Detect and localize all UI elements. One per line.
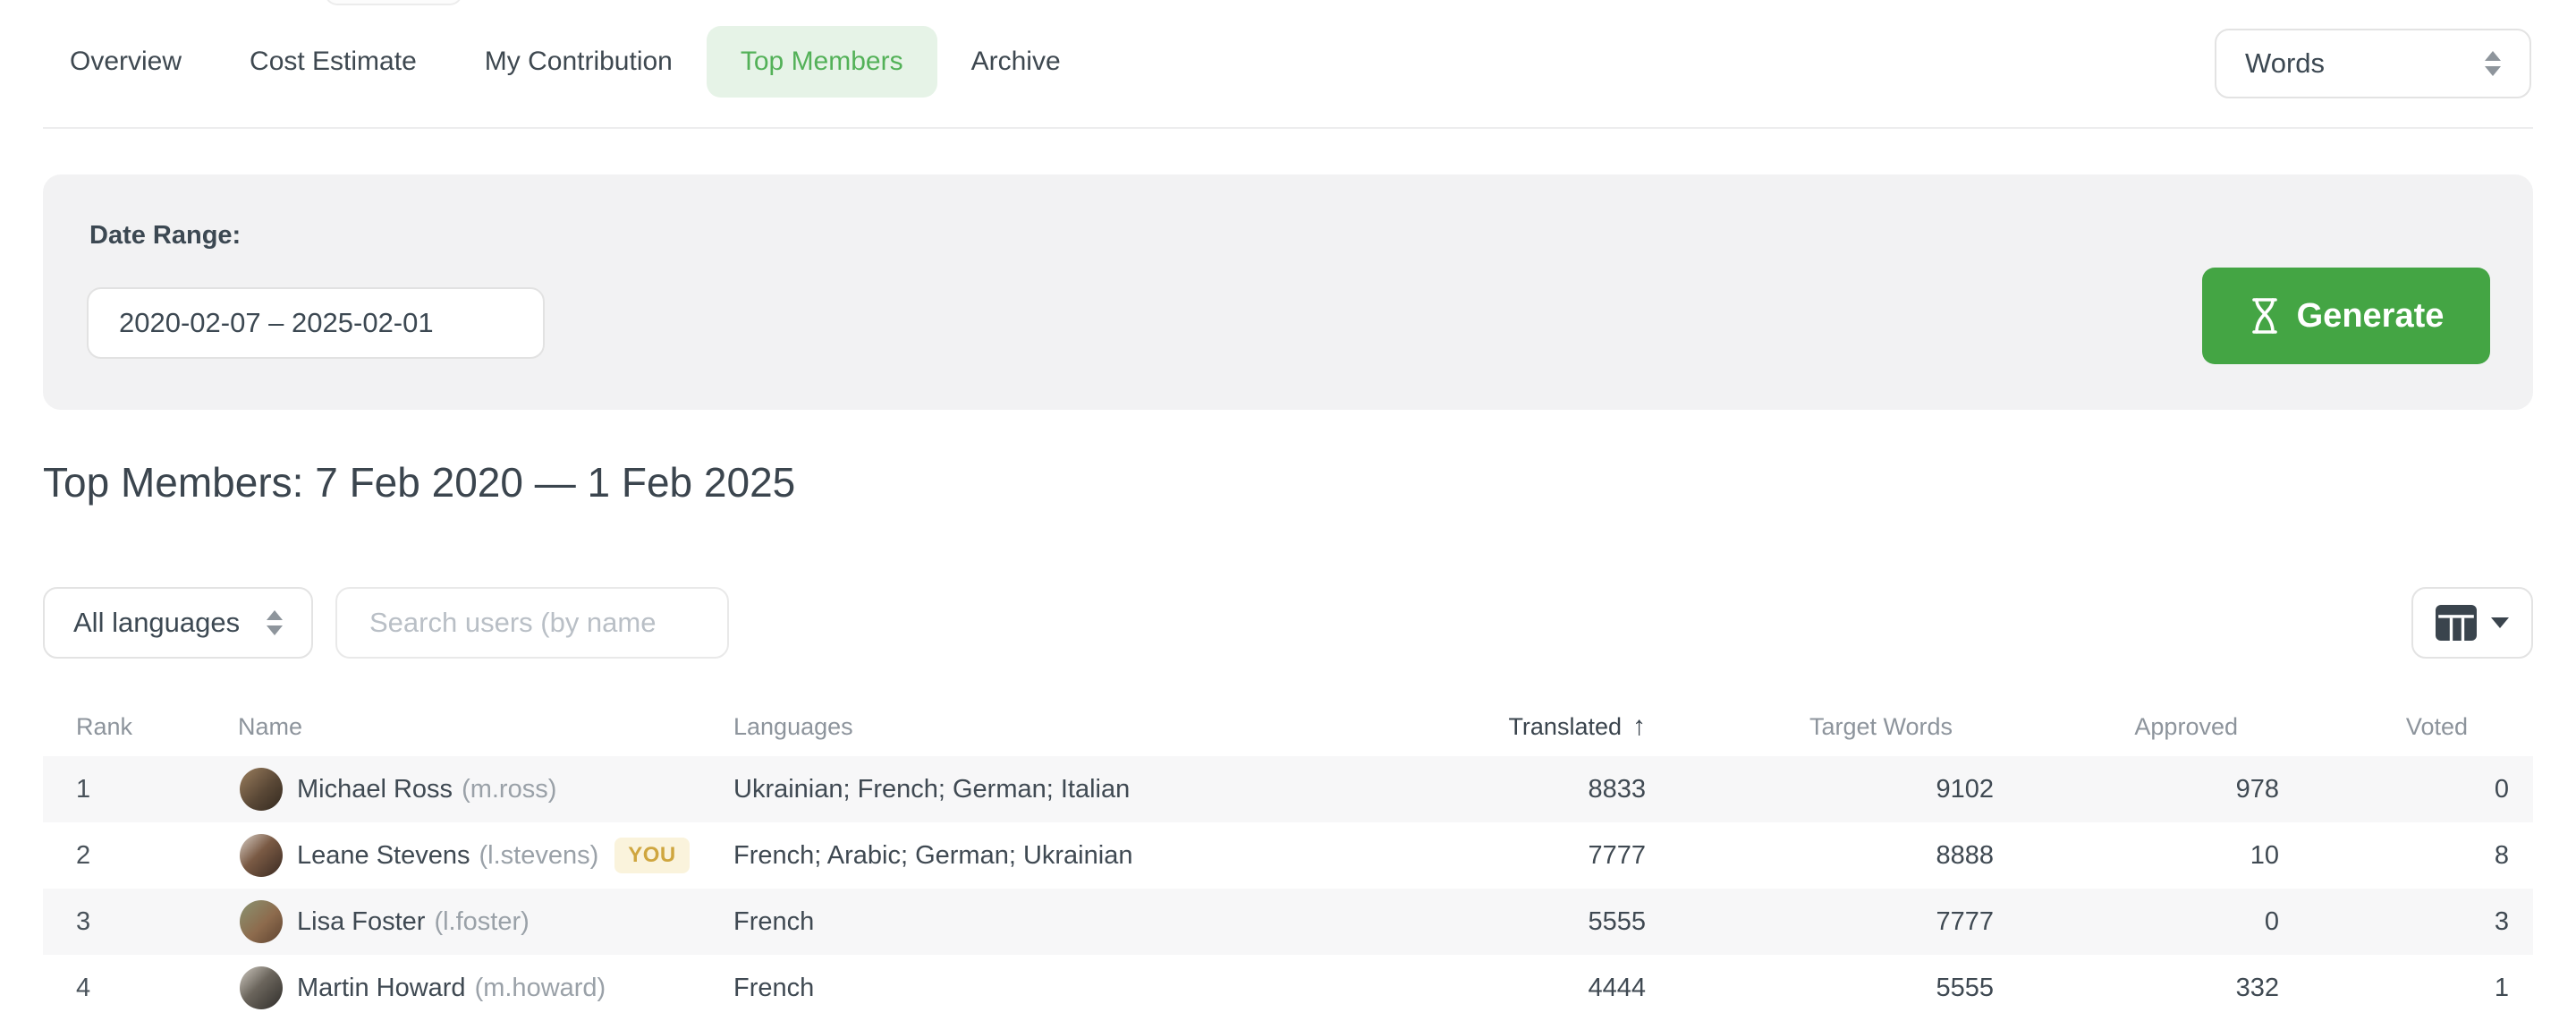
table-row[interactable]: 1 Michael Ross (m.ross) Ukrainian; Frenc… [43, 756, 2533, 822]
table-row[interactable]: 3 Lisa Foster (l.foster) French 5555 777… [43, 889, 2533, 955]
page-title: Top Members: 7 Feb 2020 — 1 Feb 2025 [43, 458, 795, 506]
select-sorter-icon [2485, 51, 2501, 76]
column-header-translated-label: Translated [1508, 698, 1622, 755]
table-body: 1 Michael Ross (m.ross) Ukrainian; Frenc… [43, 756, 2533, 1021]
target-words-cell: 7777 [1936, 889, 1994, 955]
generate-button-label: Generate [2297, 297, 2445, 336]
hourglass-icon [2249, 297, 2281, 335]
column-header-rank[interactable]: Rank [76, 698, 132, 755]
tab-top-members[interactable]: Top Members [707, 26, 937, 98]
column-header-languages[interactable]: Languages [733, 698, 853, 755]
voted-cell: 8 [2495, 822, 2509, 889]
table-header-row: Rank Name Languages Translated ↑ Target … [43, 698, 2533, 755]
table-row[interactable]: 2 Leane Stevens (l.stevens) YOU French; … [43, 822, 2533, 889]
name-cell: Lisa Foster (l.foster) [297, 889, 530, 955]
languages-cell: Ukrainian; French; German; Italian [733, 756, 1130, 822]
approved-cell: 332 [2236, 955, 2279, 1021]
report-tabs: Overview Cost Estimate My Contribution T… [36, 25, 1095, 98]
member-username: (l.stevens) [479, 841, 598, 871]
voted-cell: 0 [2495, 756, 2509, 822]
date-range-label: Date Range: [89, 221, 241, 251]
member-name[interactable]: Michael Ross [297, 775, 453, 804]
member-username: (m.howard) [475, 974, 606, 1003]
translated-cell: 4444 [1588, 955, 1646, 1021]
voted-cell: 3 [2495, 889, 2509, 955]
partial-top-element [325, 0, 462, 5]
tab-overview[interactable]: Overview [36, 26, 216, 98]
name-cell: Leane Stevens (l.stevens) YOU [297, 822, 690, 889]
search-input[interactable] [335, 587, 729, 659]
target-words-cell: 8888 [1936, 822, 1994, 889]
table-columns-icon [2436, 605, 2477, 641]
sort-ascending-icon: ↑ [1632, 698, 1646, 755]
generate-button[interactable]: Generate [2202, 268, 2490, 364]
language-filter-value: All languages [73, 607, 240, 639]
target-words-cell: 9102 [1936, 756, 1994, 822]
rank-cell: 3 [76, 889, 90, 955]
avatar [240, 900, 283, 943]
you-badge: YOU [614, 838, 690, 873]
approved-cell: 978 [2236, 756, 2279, 822]
columns-settings-button[interactable] [2411, 587, 2533, 659]
avatar [240, 834, 283, 877]
member-name[interactable]: Martin Howard [297, 974, 466, 1003]
report-generator-panel: Date Range: Generate [43, 174, 2533, 410]
tab-cost-estimate[interactable]: Cost Estimate [216, 26, 451, 98]
name-cell: Michael Ross (m.ross) [297, 756, 556, 822]
column-header-name[interactable]: Name [238, 698, 302, 755]
member-name[interactable]: Lisa Foster [297, 907, 425, 937]
tab-archive[interactable]: Archive [937, 26, 1095, 98]
column-header-approved[interactable]: Approved [2134, 698, 2238, 755]
approved-cell: 10 [2250, 822, 2279, 889]
avatar [240, 966, 283, 1009]
rank-cell: 2 [76, 822, 90, 889]
unit-select[interactable]: Words [2215, 29, 2531, 98]
date-range-input[interactable] [87, 287, 545, 359]
select-sorter-icon [267, 610, 283, 635]
translated-cell: 5555 [1588, 889, 1646, 955]
target-words-cell: 5555 [1936, 955, 1994, 1021]
rank-cell: 4 [76, 955, 90, 1021]
unit-select-value: Words [2245, 47, 2325, 80]
member-username: (m.ross) [462, 775, 556, 804]
translated-cell: 8833 [1588, 756, 1646, 822]
caret-down-icon [2491, 617, 2509, 628]
column-header-voted[interactable]: Voted [2406, 698, 2468, 755]
member-username: (l.foster) [434, 907, 529, 937]
column-header-translated[interactable]: Translated ↑ [1508, 698, 1646, 755]
language-filter-select[interactable]: All languages [43, 587, 313, 659]
rank-cell: 1 [76, 756, 90, 822]
table-row[interactable]: 4 Martin Howard (m.howard) French 4444 5… [43, 955, 2533, 1021]
languages-cell: French [733, 889, 814, 955]
languages-cell: French [733, 955, 814, 1021]
avatar [240, 768, 283, 811]
approved-cell: 0 [2265, 889, 2279, 955]
languages-cell: French; Arabic; German; Ukrainian [733, 822, 1132, 889]
name-cell: Martin Howard (m.howard) [297, 955, 606, 1021]
translated-cell: 7777 [1588, 822, 1646, 889]
voted-cell: 1 [2495, 955, 2509, 1021]
tabs-divider [43, 127, 2533, 129]
tab-my-contribution[interactable]: My Contribution [451, 26, 707, 98]
column-header-target-words[interactable]: Target Words [1809, 698, 1953, 755]
member-name[interactable]: Leane Stevens [297, 841, 470, 871]
